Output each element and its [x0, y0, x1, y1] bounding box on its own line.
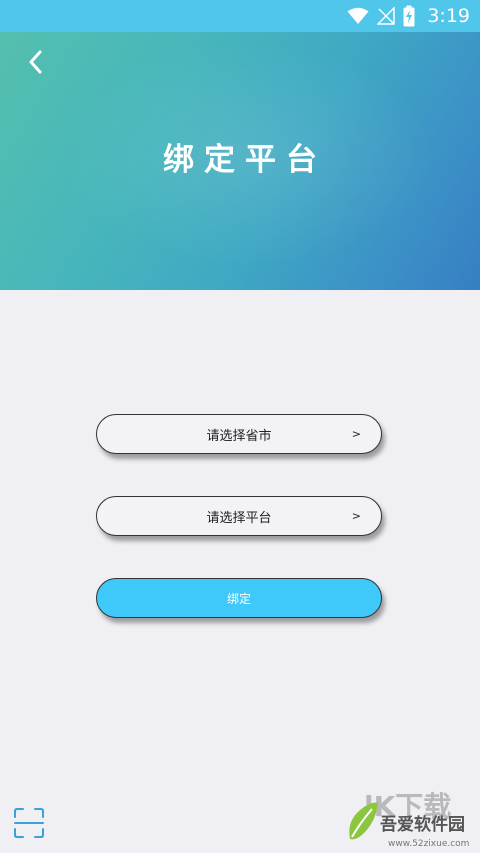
- header-banner: 绑定平台: [0, 0, 480, 290]
- status-time: 3:19: [427, 5, 470, 27]
- chevron-right-icon: >: [351, 509, 361, 523]
- back-button[interactable]: [20, 46, 52, 78]
- watermark-name: 吾爱软件园: [380, 815, 465, 835]
- battery-charging-icon: [403, 5, 415, 27]
- watermark-url: www.52zixue.com: [388, 839, 470, 849]
- wifi-icon: [347, 7, 369, 24]
- scan-button[interactable]: [12, 806, 46, 840]
- select-platform-button[interactable]: 请选择平台 >: [96, 496, 382, 536]
- status-bar: 3:19: [0, 0, 480, 32]
- chevron-right-icon: >: [351, 427, 361, 441]
- page-title: 绑定平台: [163, 142, 327, 178]
- no-signal-icon: [377, 7, 396, 25]
- leaf-logo-icon: [349, 802, 378, 840]
- bind-button-label: 绑定: [226, 591, 251, 606]
- chevron-left-icon: [29, 50, 42, 74]
- watermark: lK下载 吾爱软件园 www.52zixue.com: [344, 790, 474, 849]
- select-province-label: 请选择省市: [206, 428, 272, 444]
- select-province-button[interactable]: 请选择省市 >: [96, 414, 382, 454]
- select-platform-label: 请选择平台: [206, 510, 272, 526]
- scan-icon: [14, 808, 44, 838]
- bind-button[interactable]: 绑定: [96, 578, 382, 618]
